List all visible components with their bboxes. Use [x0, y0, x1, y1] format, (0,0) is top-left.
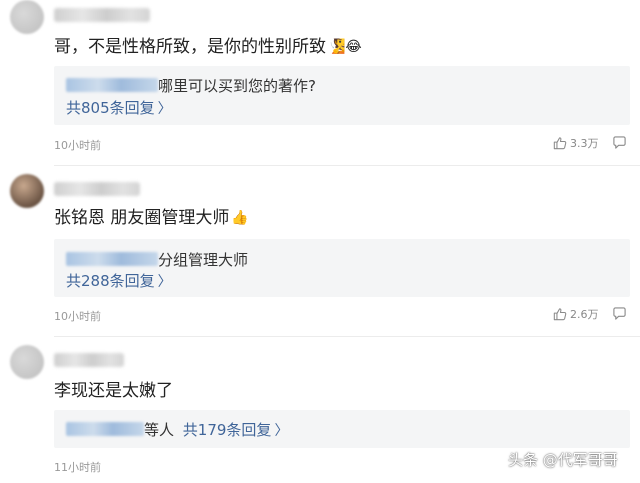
comment-text-content: 李现还是太嫩了	[54, 381, 173, 401]
timestamp: 11小时前	[54, 461, 101, 474]
comment-text-content: 张铭恩 朋友圈管理大师	[54, 208, 230, 228]
username-blurred[interactable]	[54, 182, 140, 196]
username-blurred[interactable]	[54, 8, 150, 22]
reply-preview: 哪里可以买到您的著作?	[66, 75, 316, 96]
avatar[interactable]	[10, 174, 44, 208]
view-replies-link[interactable]: 共288条回复〉	[66, 270, 172, 291]
reply-preview-text: 等人	[144, 421, 175, 439]
emoji-icon: 🧏😂	[328, 39, 362, 55]
like-button[interactable]: 3.3万	[553, 135, 599, 151]
comment-item: 哥，不是性格所致，是你的性别所致 🧏😂 哪里可以买到您的著作? 共805条回复〉 …	[0, 0, 640, 165]
like-button[interactable]: 2.6万	[553, 306, 599, 322]
timestamp: 10小时前	[54, 310, 101, 323]
reply-preview: 分组管理大师	[66, 249, 248, 270]
reply-preview-text: 哪里可以买到您的著作?	[158, 77, 316, 95]
avatar[interactable]	[10, 0, 44, 34]
reply-author-blurred[interactable]	[66, 78, 158, 92]
comment-item: 张铭恩 朋友圈管理大师 👍 分组管理大师 共288条回复〉 10小时前 2.6万	[0, 166, 640, 336]
like-count: 3.3万	[570, 137, 599, 150]
timestamp: 10小时前	[54, 139, 101, 152]
reply-preview-box[interactable]: 分组管理大师 共288条回复〉	[54, 239, 630, 297]
view-replies-link[interactable]: 共179条回复〉	[183, 421, 289, 439]
comment-list: 哥，不是性格所致，是你的性别所致 🧏😂 哪里可以买到您的著作? 共805条回复〉 …	[0, 0, 640, 483]
chevron-right-icon: 〉	[274, 423, 289, 439]
username-blurred[interactable]	[54, 353, 124, 367]
emoji-icon: 👍	[231, 210, 249, 226]
reply-count: 共805条回复	[66, 99, 155, 117]
comment-text: 李现还是太嫩了	[54, 380, 173, 402]
comment-bubble-icon[interactable]	[612, 307, 627, 321]
comment-text: 哥，不是性格所致，是你的性别所致 🧏😂	[54, 36, 362, 58]
reply-preview-text: 分组管理大师	[158, 251, 249, 269]
reply-count: 共179条回复	[182, 421, 272, 439]
like-count: 2.6万	[570, 308, 599, 321]
chevron-right-icon: 〉	[157, 101, 172, 117]
reply-preview-box[interactable]: 哪里可以买到您的著作? 共805条回复〉	[54, 66, 630, 125]
reply-author-blurred[interactable]	[66, 422, 144, 436]
comment-text: 张铭恩 朋友圈管理大师 👍	[54, 207, 249, 229]
reply-preview: 等人 共179条回复〉	[66, 419, 288, 440]
watermark: 头条 @代军哥哥	[508, 451, 618, 469]
reply-author-blurred[interactable]	[66, 252, 158, 266]
reply-count: 共288条回复	[66, 272, 155, 290]
thumbs-up-icon	[553, 308, 567, 321]
avatar[interactable]	[10, 345, 44, 379]
thumbs-up-icon	[553, 137, 567, 150]
comment-text-content: 哥，不是性格所致，是你的性别所致	[54, 37, 326, 57]
comment-bubble-icon[interactable]	[612, 136, 627, 150]
reply-preview-box[interactable]: 等人 共179条回复〉	[54, 410, 630, 448]
view-replies-link[interactable]: 共805条回复〉	[66, 97, 172, 118]
chevron-right-icon: 〉	[157, 274, 172, 290]
